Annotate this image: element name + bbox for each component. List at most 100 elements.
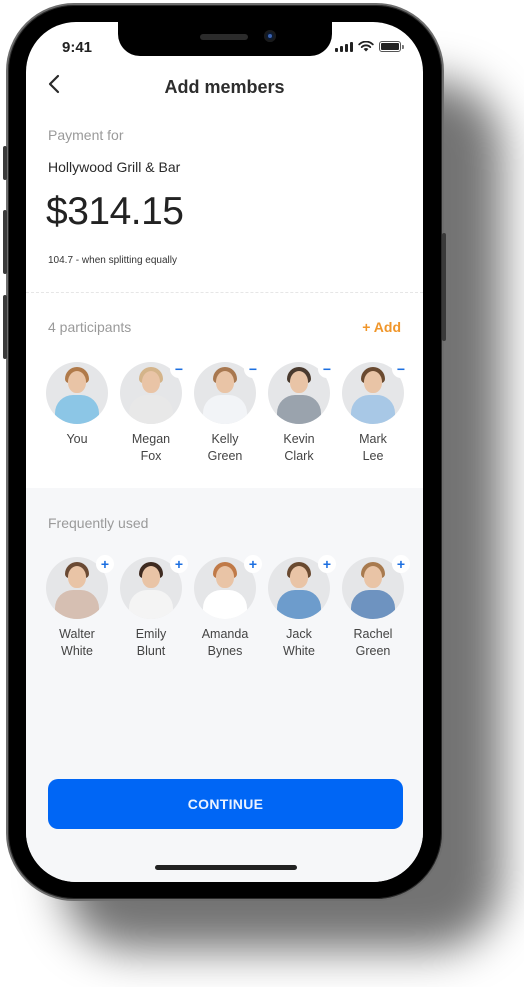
signal-icon — [335, 41, 353, 52]
add-participant-button[interactable]: + Add — [362, 319, 401, 335]
volume-up-button — [3, 210, 7, 274]
avatar-container: + — [342, 555, 410, 619]
frequent-contact-item[interactable]: + Jack White — [268, 555, 336, 660]
notch — [118, 22, 332, 56]
avatar-container: − — [194, 360, 262, 424]
person-name: Walter White — [59, 626, 95, 660]
frequent-contact-item[interactable]: + Rachel Green — [342, 555, 410, 660]
avatar-container — [46, 362, 108, 424]
last-name: White — [283, 644, 315, 658]
avatar-container: + — [46, 555, 114, 619]
app-screen: 9:41 Add members Payment for Hollywood G… — [26, 22, 423, 882]
first-name: Rachel — [353, 627, 393, 641]
add-member-icon[interactable]: + — [244, 555, 262, 573]
first-name: Mark — [359, 432, 387, 446]
last-name: White — [61, 644, 93, 658]
status-time: 9:41 — [62, 39, 93, 56]
first-name: You — [66, 432, 88, 446]
participant-item[interactable]: − Kevin Clark — [268, 360, 336, 465]
participant-item[interactable]: − Kelly Green — [194, 360, 262, 465]
avatar-face — [216, 371, 234, 393]
avatar-container: + — [268, 555, 336, 619]
add-member-icon[interactable]: + — [318, 555, 336, 573]
person-name: Rachel Green — [354, 626, 393, 660]
power-button — [442, 233, 446, 341]
avatar-face — [364, 566, 382, 588]
person-name: Megan Fox — [132, 431, 170, 465]
merchant-name: Hollywood Grill & Bar — [48, 159, 181, 175]
avatar-container: + — [194, 555, 262, 619]
frequent-contact-item[interactable]: + Walter White — [46, 555, 114, 660]
first-name: Megan — [131, 432, 171, 446]
add-member-icon[interactable]: + — [96, 555, 114, 573]
wifi-icon — [358, 41, 374, 52]
avatar-body — [351, 395, 395, 424]
section-divider — [26, 292, 423, 293]
participant-item[interactable]: − Mark Lee — [342, 360, 410, 465]
person-name: Emily Blunt — [136, 626, 167, 660]
avatar-body — [277, 590, 321, 619]
frequently-used-label: Frequently used — [48, 515, 149, 531]
page-title: Add members — [164, 77, 285, 97]
add-member-icon[interactable]: + — [392, 555, 410, 573]
person-name: Mark Lee — [359, 431, 387, 465]
last-name: Blunt — [136, 644, 166, 658]
battery-level — [381, 43, 399, 50]
speaker-grille — [200, 34, 248, 40]
camera-icon — [264, 30, 276, 42]
avatar-container: − — [342, 360, 410, 424]
avatar-body — [203, 590, 247, 619]
volume-down-button — [3, 295, 7, 359]
last-name: Clark — [284, 449, 314, 463]
split-note: 104.7 - when splitting equally — [48, 255, 177, 266]
remove-member-icon[interactable]: − — [244, 360, 262, 378]
remove-member-icon[interactable]: − — [170, 360, 188, 378]
avatar-body — [55, 590, 99, 619]
first-name: Walter — [59, 627, 95, 641]
person-name: Amanda Bynes — [202, 626, 249, 660]
payment-for-label: Payment for — [48, 127, 124, 143]
last-name: Fox — [140, 449, 162, 463]
avatar-body — [203, 395, 247, 424]
last-name: Green — [207, 449, 243, 463]
continue-button[interactable]: CONTINUE — [48, 779, 403, 829]
avatar-body — [351, 590, 395, 619]
person-name: Kelly Green — [208, 431, 243, 465]
last-name: Bynes — [207, 644, 243, 658]
first-name: Kevin — [283, 432, 315, 446]
avatar-body — [129, 395, 173, 424]
payment-amount: $314.15 — [46, 190, 184, 233]
last-name: Green — [355, 644, 391, 658]
avatar-body — [277, 395, 321, 424]
person-name: Jack White — [283, 626, 315, 660]
participants-list: You − Megan Fox − Kelly Green − Kevin Clark − Mark L… — [46, 360, 410, 465]
participant-item[interactable]: − Megan Fox — [120, 360, 188, 465]
avatar-face — [68, 371, 86, 393]
participants-count: 4 participants — [48, 319, 132, 335]
avatar-face — [68, 566, 86, 588]
first-name: Emily — [135, 627, 167, 641]
avatar-body — [55, 395, 99, 424]
avatar-body — [129, 590, 173, 619]
frequent-contact-item[interactable]: + Amanda Bynes — [194, 555, 262, 660]
avatar-container: − — [120, 360, 188, 424]
avatar-face — [290, 566, 308, 588]
first-name: Jack — [286, 627, 312, 641]
avatar — [46, 362, 108, 424]
status-icons — [335, 41, 404, 52]
frequent-contact-item[interactable]: + Emily Blunt — [120, 555, 188, 660]
frequent-list: + Walter White + Emily Blunt + Amanda Bynes + Jack… — [46, 555, 410, 660]
first-name: Kelly — [211, 432, 239, 446]
remove-member-icon[interactable]: − — [392, 360, 410, 378]
home-indicator[interactable] — [155, 865, 297, 870]
add-member-icon[interactable]: + — [170, 555, 188, 573]
remove-member-icon[interactable]: − — [318, 360, 336, 378]
first-name: Amanda — [201, 627, 249, 641]
participant-item[interactable]: You — [46, 362, 108, 465]
battery-icon — [379, 41, 404, 52]
last-name: Lee — [362, 449, 384, 463]
avatar-face — [216, 566, 234, 588]
avatar-container: + — [120, 555, 188, 619]
avatar-face — [142, 371, 160, 393]
avatar-container: − — [268, 360, 336, 424]
